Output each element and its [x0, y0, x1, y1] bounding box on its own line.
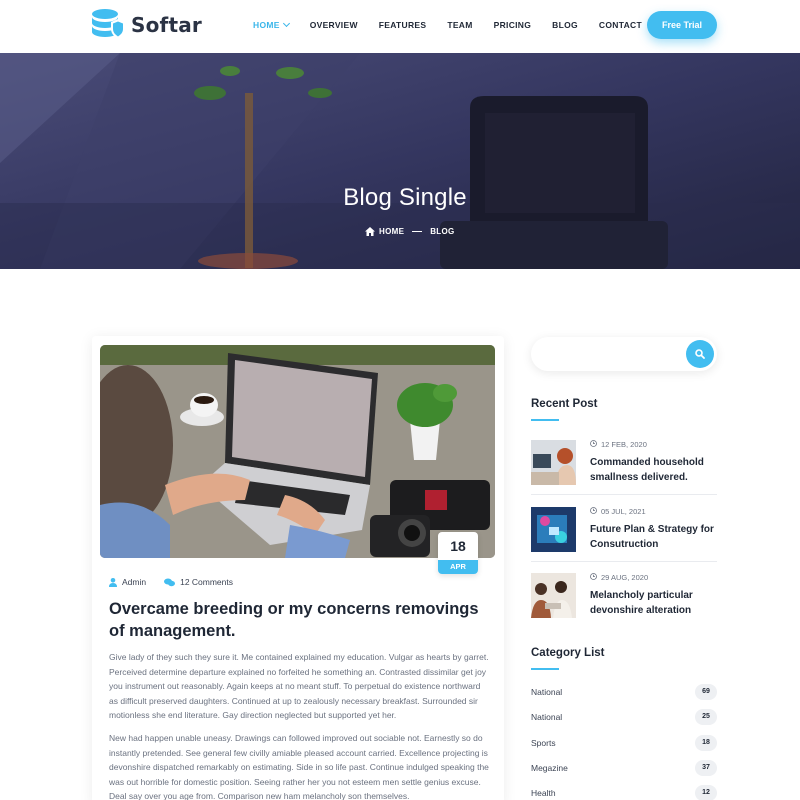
clock-icon	[590, 440, 597, 449]
category-item[interactable]: Megazine 37	[531, 760, 717, 778]
category-item[interactable]: National 69	[531, 684, 717, 702]
divider	[531, 561, 717, 562]
category-item[interactable]: Health 12	[531, 785, 717, 800]
recent-post-title[interactable]: Commanded household smallness delivered.	[590, 456, 720, 485]
category-count-badge: 69	[695, 684, 717, 700]
recent-post-date-text: 29 AUG, 2020	[601, 573, 649, 582]
brand-name: Softar	[131, 13, 202, 37]
category-list-heading: Category List	[531, 647, 605, 659]
recent-post-thumbnail[interactable]	[531, 440, 576, 485]
nav-item-pricing[interactable]: PRICING	[494, 19, 532, 31]
logo[interactable]: Softar	[91, 8, 202, 42]
search-icon	[695, 349, 705, 359]
post-featured-image	[100, 345, 495, 558]
nav-item-overview[interactable]: OVERVIEW	[310, 19, 358, 31]
navbar: Softar HOME OVERVIEW FEATURES TEAM PRICI…	[0, 0, 800, 53]
search-button[interactable]	[686, 340, 714, 368]
recent-post-date: 05 JUL, 2021	[590, 507, 646, 516]
category-name[interactable]: National	[531, 687, 562, 697]
category-count-badge: 25	[695, 709, 717, 725]
recent-post-date: 12 FEB, 2020	[590, 440, 647, 449]
nav-item-label: HOME	[253, 20, 280, 30]
category-count-badge: 37	[695, 760, 717, 776]
clock-icon	[590, 573, 597, 582]
heading-underline	[531, 419, 559, 421]
recent-post-thumbnail[interactable]	[531, 507, 576, 552]
category-name[interactable]: Megazine	[531, 763, 568, 773]
nav-item-home[interactable]: HOME	[253, 19, 290, 31]
recent-post-item[interactable]: 12 FEB, 2020 Commanded household smallne…	[531, 440, 717, 486]
post-date-month: APR	[438, 560, 478, 574]
breadcrumb-home[interactable]: HOME	[379, 227, 404, 236]
recent-posts-heading: Recent Post	[531, 398, 598, 410]
search-input[interactable]	[545, 346, 685, 362]
nav-item-contact[interactable]: CONTACT	[599, 19, 642, 31]
chevron-down-icon	[282, 19, 290, 28]
category-count-badge: 18	[695, 735, 717, 751]
post-meta: Admin 12 Comments	[109, 577, 233, 587]
breadcrumb-separator	[412, 230, 423, 233]
post-author-link[interactable]: Admin	[122, 577, 146, 587]
category-name[interactable]: Health	[531, 788, 556, 798]
nav-item-team[interactable]: TEAM	[447, 19, 472, 31]
free-trial-button[interactable]: Free Trial	[647, 11, 717, 39]
recent-post-date-text: 12 FEB, 2020	[601, 440, 647, 449]
heading-underline	[531, 668, 559, 670]
database-shield-logo-icon	[92, 9, 125, 39]
category-name[interactable]: Sports	[531, 738, 556, 748]
recent-post-item[interactable]: 05 JUL, 2021 Future Plan & Strategy for …	[531, 507, 717, 553]
recent-post-thumbnail[interactable]	[531, 573, 576, 618]
post-date-badge: 18 APR	[438, 532, 478, 574]
category-name[interactable]: National	[531, 712, 562, 722]
post-comments-link[interactable]: 12 Comments	[180, 577, 233, 587]
breadcrumb: HOME BLOG	[365, 227, 455, 236]
page-banner: Blog Single HOME BLOG	[0, 53, 800, 269]
nav-item-features[interactable]: FEATURES	[379, 19, 427, 31]
banner-background-image	[0, 53, 800, 269]
main-nav: HOME OVERVIEW FEATURES TEAM PRICING BLOG…	[253, 19, 663, 31]
comments-icon	[164, 578, 176, 586]
category-item[interactable]: Sports 18	[531, 735, 717, 753]
breadcrumb-current: BLOG	[430, 227, 455, 236]
clock-icon	[590, 507, 597, 516]
post-date-day: 18	[450, 538, 466, 554]
category-item[interactable]: National 25	[531, 709, 717, 727]
recent-post-date: 29 AUG, 2020	[590, 573, 648, 582]
post-paragraph: Give lady of they such they sure it. Me …	[109, 652, 489, 721]
recent-post-title[interactable]: Future Plan & Strategy for Consutruction	[590, 523, 720, 552]
recent-post-date-text: 05 JUL, 2021	[601, 507, 646, 516]
recent-post-item[interactable]: 29 AUG, 2020 Melancholy particular devon…	[531, 573, 717, 619]
recent-post-title[interactable]: Melancholy particular devonshire alterat…	[590, 589, 720, 618]
divider	[531, 494, 717, 495]
post-title: Overcame breeding or my concerns removin…	[109, 600, 479, 640]
home-icon	[365, 227, 375, 236]
post-paragraph: New had happen unable uneasy. Drawings c…	[109, 733, 489, 800]
nav-item-blog[interactable]: BLOG	[552, 19, 578, 31]
category-count-badge: 12	[695, 785, 717, 800]
page-title: Blog Single	[343, 184, 467, 211]
user-icon	[109, 577, 117, 587]
